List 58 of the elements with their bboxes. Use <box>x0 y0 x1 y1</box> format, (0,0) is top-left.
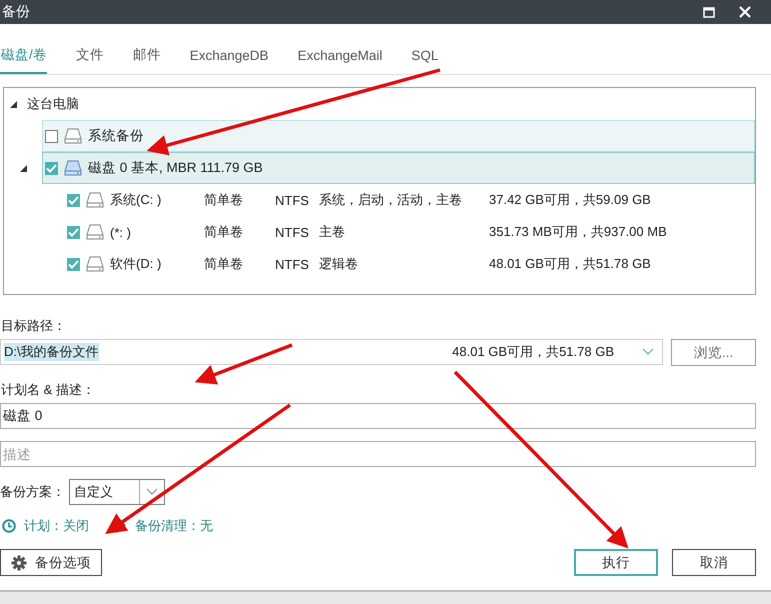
cancel-button[interactable]: 取消 <box>672 549 756 576</box>
file-system: NTFS <box>275 192 310 208</box>
tree-row[interactable]: 磁盘 0 基本, MBR 111.79 GB <box>42 152 755 184</box>
expand-triangle-icon[interactable] <box>20 164 26 172</box>
tab[interactable]: 磁盘/卷 <box>0 38 47 74</box>
partition-flags: 主卷 <box>319 223 346 241</box>
description-field[interactable]: 描述 <box>0 441 756 467</box>
settings-icon <box>11 554 27 570</box>
plan-name-field[interactable]: 磁盘 0 <box>0 403 756 429</box>
backup-scheme-label: 备份方案： <box>0 483 65 501</box>
cleanup-link[interactable]: 备份清理：无 <box>135 517 213 535</box>
tree-item[interactable]: 这台电脑 <box>27 95 79 113</box>
partition-name: 软件(D: ) <box>110 255 162 273</box>
maximize-icon[interactable] <box>703 6 715 18</box>
browse-button[interactable]: 浏览... <box>671 339 756 366</box>
tree-item-label: 磁盘 0 基本, MBR 111.79 GB <box>88 159 263 177</box>
checkbox[interactable] <box>67 226 80 238</box>
checkbox[interactable] <box>67 258 80 270</box>
chevron-down-icon <box>642 348 654 356</box>
tree-row[interactable]: 系统备份 <box>42 120 755 152</box>
file-system: NTFS <box>275 256 310 272</box>
file-system: NTFS <box>275 224 310 240</box>
backup-scheme-dropdown[interactable]: 自定义 <box>69 479 165 505</box>
target-path-label: 目标路径： <box>0 317 67 335</box>
partition-space: 37.42 GB可用，共59.09 GB <box>489 191 651 209</box>
tab[interactable]: 文件 <box>74 38 104 74</box>
partition-type: 简单卷 <box>204 255 244 273</box>
tree-item-label: 系统备份 <box>88 127 144 145</box>
partition-space: 48.01 GB可用，共51.78 GB <box>489 255 651 273</box>
checkbox[interactable] <box>45 162 58 174</box>
expand-triangle-icon[interactable] <box>10 100 17 108</box>
target-path-dropdown[interactable]: D:\我的备份文件 48.01 GB可用，共51.78 GB <box>0 339 663 365</box>
partition-name: 系统(C: ) <box>110 191 162 209</box>
drive-icon <box>86 256 104 272</box>
clock-icon <box>2 519 16 533</box>
partition-name: (*: ) <box>110 224 132 240</box>
partition-type: 简单卷 <box>204 223 244 241</box>
tab[interactable]: ExchangeDB <box>188 38 269 74</box>
partition-flags: 系统，启动，活动，主卷 <box>319 191 463 209</box>
plan-name-label: 计划名 & 描述： <box>0 381 96 399</box>
backup-options-button[interactable]: 备份选项 <box>0 549 102 576</box>
checkbox[interactable] <box>67 194 80 206</box>
run-button[interactable]: 执行 <box>574 549 658 576</box>
drive-icon <box>64 128 82 144</box>
drive-icon <box>86 224 104 240</box>
tab[interactable]: ExchangeMail <box>296 38 382 74</box>
checkbox[interactable] <box>45 130 58 142</box>
drive-icon <box>86 192 104 208</box>
chevron-down-icon <box>146 488 158 496</box>
window-title: 备份 <box>2 3 30 21</box>
partition-flags: 逻辑卷 <box>319 255 359 273</box>
tab[interactable]: SQL <box>410 38 438 74</box>
partition-space: 351.73 MB可用，共937.00 MB <box>489 223 667 241</box>
drive-icon <box>64 160 82 176</box>
schedule-link[interactable]: 计划：关闭 <box>24 517 89 535</box>
close-icon[interactable] <box>739 6 751 18</box>
partition-type: 简单卷 <box>204 191 244 209</box>
tab[interactable]: 邮件 <box>132 38 161 74</box>
